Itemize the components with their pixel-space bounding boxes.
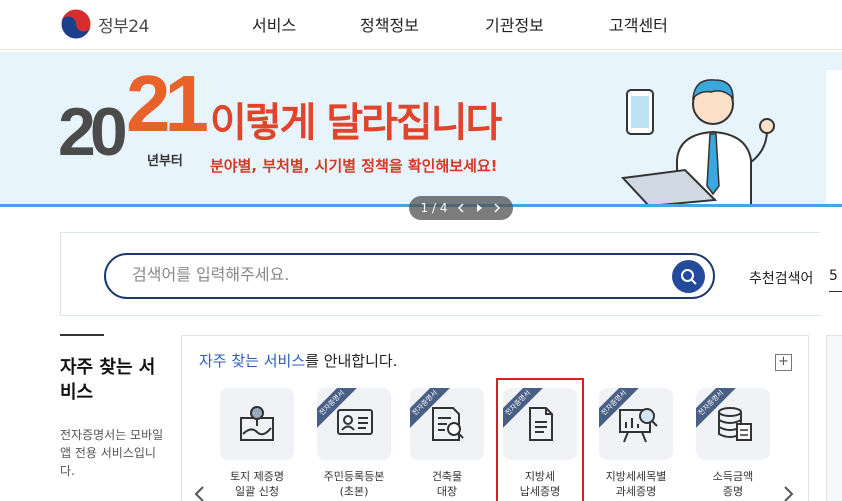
- logo[interactable]: 정부24: [60, 7, 149, 41]
- service-label-line1: 토지 제증명: [229, 470, 285, 483]
- banner-pager: 1 / 4: [409, 196, 513, 220]
- search-icon: [680, 268, 697, 285]
- service-label-line1: 지방세세목별: [605, 470, 667, 483]
- side-panel-peek: [826, 335, 842, 501]
- nav-customer-center[interactable]: 고객센터: [609, 12, 668, 36]
- pager-count: 1 / 4: [420, 201, 448, 215]
- promo-banner[interactable]: 20 21 년부터 이렇게 달라집니다 분야별, 부처별, 시기별 정책을 확인…: [0, 52, 842, 206]
- service-tile[interactable]: 전자증명서: [599, 388, 673, 460]
- frequent-services-description: 전자증명서는 모바일 앱 전용 서비스입니다.: [60, 428, 164, 478]
- service-income-certificate[interactable]: 전자증명서 소득금액 증명: [696, 388, 770, 499]
- service-label: 지방세세목별 과세증명: [586, 469, 686, 499]
- man-with-laptop-illustration: [620, 79, 775, 206]
- service-label-line1: 건축물: [431, 470, 463, 483]
- banner-headline: 이렇게 달라집니다: [210, 100, 502, 146]
- taegeuk-logo-icon: [60, 8, 92, 40]
- service-label-line1: 주민등록등본: [323, 470, 385, 483]
- service-label-line1: 소득금액: [712, 470, 754, 483]
- section-rule: [60, 334, 104, 336]
- banner-year-suffix: 21: [126, 59, 209, 148]
- recommended-keyword-1[interactable]: 5: [829, 268, 842, 292]
- more-button[interactable]: +: [775, 354, 792, 371]
- recommended-keywords-label: 추천검색어: [749, 271, 814, 287]
- play-icon[interactable]: [475, 203, 483, 213]
- service-label: 건축물 대장: [397, 469, 497, 499]
- search-input[interactable]: [132, 265, 652, 284]
- service-land-certificate[interactable]: 토지 제증명 일괄 신청: [220, 388, 294, 499]
- search-bar: [104, 253, 715, 299]
- banner-since: 년부터: [147, 154, 183, 169]
- service-tile[interactable]: 전자증명서: [696, 388, 770, 460]
- service-label-line2: (초본): [339, 485, 369, 498]
- document-search-icon: [432, 407, 464, 441]
- banner-year-prefix: 20: [58, 94, 128, 170]
- selection-highlight: [496, 378, 584, 501]
- carousel-next-icon[interactable]: [782, 484, 796, 501]
- service-label-line2: 일괄 신청: [235, 485, 279, 498]
- panel-title-rest: 를 안내합니다.: [305, 352, 398, 370]
- service-label-line2: 대장: [436, 485, 458, 498]
- service-tile[interactable]: [220, 388, 294, 460]
- service-label: 토지 제증명 일괄 신청: [207, 469, 307, 499]
- service-local-tax-by-item[interactable]: 전자증명서 지방세세목별 과세증명: [599, 388, 673, 499]
- frequent-services-heading: 자주 찾는 서비스: [60, 357, 156, 403]
- nav-agency-info[interactable]: 기관정보: [485, 12, 544, 36]
- service-resident-registration[interactable]: 전자증명서 주민등록등본 (초본): [317, 388, 391, 499]
- nav-services[interactable]: 서비스: [252, 12, 296, 36]
- service-label-line2: 과세증명: [615, 485, 657, 498]
- panel-title: 자주 찾는 서비스를 안내합니다.: [199, 350, 397, 371]
- service-label-line2: 증명: [722, 485, 744, 498]
- service-tile[interactable]: 전자증명서: [410, 388, 484, 460]
- banner-subline: 분야별, 부처별, 시기별 정책을 확인해보세요!: [210, 157, 498, 175]
- carousel-prev-icon[interactable]: [192, 484, 206, 501]
- chevron-right-icon[interactable]: [493, 203, 501, 213]
- site-header: 정부24 서비스 정책정보 기관정보 고객센터: [0, 0, 842, 50]
- map-icon: [240, 406, 274, 441]
- database-icon: [718, 407, 752, 441]
- next-banner-card-peek: [826, 70, 842, 206]
- service-label: 주민등록등본 (초본): [304, 469, 404, 499]
- nav-policy-info[interactable]: 정책정보: [360, 12, 419, 36]
- service-building-register[interactable]: 전자증명서 건축물 대장: [410, 388, 484, 499]
- id-card-icon: [337, 409, 373, 435]
- chart-board-icon: [619, 408, 658, 443]
- chevron-left-icon[interactable]: [457, 203, 465, 213]
- search-button[interactable]: [672, 260, 705, 293]
- logo-text: 정부24: [98, 16, 149, 37]
- service-label: 소득금액 증명: [683, 469, 783, 499]
- service-tile[interactable]: 전자증명서: [317, 388, 391, 460]
- panel-title-accent: 자주 찾는 서비스: [199, 352, 306, 370]
